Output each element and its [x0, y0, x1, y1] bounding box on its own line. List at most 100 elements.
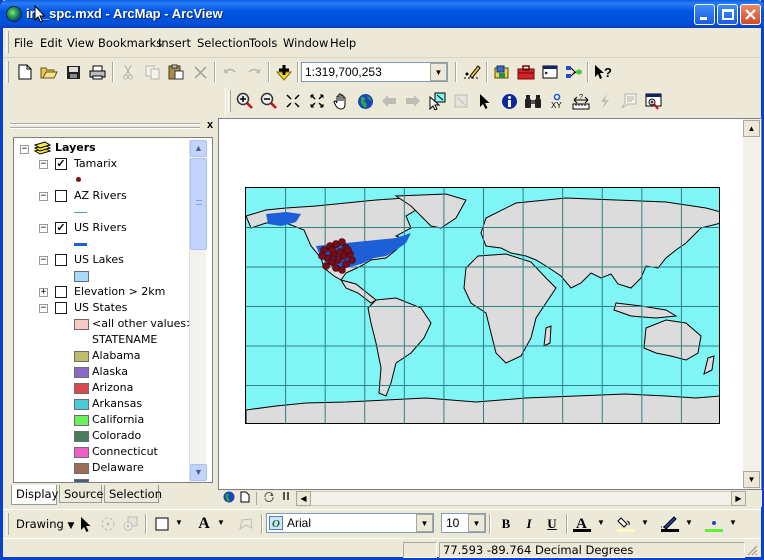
text-dropdown-icon[interactable]: ▼: [217, 518, 225, 527]
scale-dropdown-arrow-icon[interactable]: ▼: [430, 63, 447, 81]
az-rivers-visibility-checkbox[interactable]: [55, 190, 67, 202]
menu-window[interactable]: Window: [283, 36, 328, 50]
modelbuilder-button[interactable]: [563, 61, 585, 83]
fill-color-button[interactable]: [615, 513, 637, 535]
map-scroll-left-button[interactable]: ◀: [296, 491, 311, 506]
toolbar-grip[interactable]: [6, 61, 9, 83]
go-to-xy-button[interactable]: XY: [546, 90, 568, 112]
toolbar-grip[interactable]: [6, 513, 9, 535]
refresh-button[interactable]: [261, 491, 276, 506]
back-extent-button[interactable]: [378, 90, 400, 112]
marker-color-dropdown-icon[interactable]: ▼: [729, 518, 737, 527]
select-features-button[interactable]: [426, 90, 448, 112]
legend-swatch-arizona[interactable]: [74, 383, 89, 394]
world-map-data-frame[interactable]: [245, 187, 720, 424]
font-dropdown-arrow-icon[interactable]: ▼: [416, 514, 433, 532]
arccatalog-button[interactable]: [491, 61, 513, 83]
menu-selection[interactable]: Selection: [197, 36, 250, 50]
us-rivers-collapse-toggle[interactable]: −: [39, 224, 48, 233]
map-scroll-down-button[interactable]: ▼: [743, 471, 760, 488]
layer-name-elevation[interactable]: Elevation > 2km: [74, 285, 165, 298]
find-button[interactable]: [522, 90, 544, 112]
forward-extent-button[interactable]: [402, 90, 424, 112]
layer-name-az-rivers[interactable]: AZ Rivers: [74, 189, 127, 202]
font-color-button[interactable]: A: [571, 513, 593, 535]
full-extent-button[interactable]: [354, 90, 376, 112]
pause-drawing-button[interactable]: [278, 491, 293, 506]
rotate-button[interactable]: [97, 513, 119, 535]
identify-button[interactable]: [498, 90, 520, 112]
editor-toolbar-button[interactable]: [461, 61, 483, 83]
toolbar-grip[interactable]: [228, 90, 231, 112]
whats-this-help-button[interactable]: ?: [592, 61, 614, 83]
title-bar[interactable]: irk_spc.mxd - ArcMap - ArcView: [0, 0, 764, 28]
delete-button[interactable]: [189, 61, 211, 83]
redo-button[interactable]: [243, 61, 265, 83]
tamarix-collapse-toggle[interactable]: −: [39, 160, 48, 169]
legend-swatch-colorado[interactable]: [74, 431, 89, 442]
toc-scroll-up-button[interactable]: ▲: [190, 140, 207, 157]
magnifier-window-button[interactable]: [642, 90, 664, 112]
menu-bookmarks[interactable]: Bookmarks: [98, 36, 162, 50]
us-states-collapse-toggle[interactable]: −: [39, 304, 48, 313]
tamarix-point-symbol[interactable]: [76, 177, 81, 182]
measure-button[interactable]: ?: [570, 90, 592, 112]
pan-button[interactable]: [330, 90, 352, 112]
tab-source[interactable]: Source: [59, 485, 104, 503]
zoom-in-button[interactable]: [234, 90, 256, 112]
map-scroll-up-button[interactable]: ▲: [743, 120, 760, 137]
layer-name-us-rivers[interactable]: US Rivers: [74, 221, 127, 234]
bold-button[interactable]: B: [495, 513, 517, 535]
legend-swatch-other-values[interactable]: [74, 319, 89, 330]
layer-name-us-lakes[interactable]: US Lakes: [74, 253, 124, 266]
html-popup-button[interactable]: [618, 90, 640, 112]
map-vertical-scrollbar[interactable]: ▲ ▼: [743, 119, 760, 489]
menu-view[interactable]: View: [67, 36, 94, 50]
edit-vertices-button[interactable]: [235, 513, 257, 535]
legend-swatch-alaska[interactable]: [74, 367, 89, 378]
close-button[interactable]: [740, 4, 761, 25]
layers-root-label[interactable]: Layers: [55, 141, 96, 154]
layout-view-button[interactable]: [237, 491, 252, 506]
marker-color-button[interactable]: [703, 513, 725, 535]
line-color-button[interactable]: [659, 513, 681, 535]
layer-name-tamarix[interactable]: Tamarix: [74, 157, 117, 170]
toc-vertical-scrollbar[interactable]: ▲ ▼: [189, 140, 207, 482]
map-horizontal-scrollbar[interactable]: ◀ ▶: [296, 491, 746, 506]
map-scroll-right-button[interactable]: ▶: [731, 491, 746, 506]
paste-button[interactable]: [165, 61, 187, 83]
us-lakes-collapse-toggle[interactable]: −: [39, 256, 48, 265]
hyperlink-button[interactable]: [594, 90, 616, 112]
new-text-button[interactable]: A: [193, 513, 215, 535]
toc-scroll-down-button[interactable]: ▼: [190, 464, 207, 481]
data-view-button[interactable]: [221, 491, 236, 506]
az-rivers-collapse-toggle[interactable]: −: [39, 192, 48, 201]
rectangle-dropdown-icon[interactable]: ▼: [175, 518, 183, 527]
command-line-button[interactable]: [539, 61, 561, 83]
cut-button[interactable]: [117, 61, 139, 83]
us-rivers-visibility-checkbox[interactable]: ✓: [55, 222, 67, 234]
resize-grip-icon[interactable]: [746, 544, 758, 556]
layers-collapse-toggle[interactable]: −: [20, 145, 29, 154]
menu-insert[interactable]: Insert: [158, 36, 191, 50]
menu-tools[interactable]: Tools: [249, 36, 277, 50]
legend-swatch-alabama[interactable]: [74, 351, 89, 362]
drawing-menu-button[interactable]: Drawing ▼: [16, 517, 74, 531]
menu-grip[interactable]: [6, 31, 9, 53]
us-lakes-polygon-symbol[interactable]: [74, 271, 89, 282]
us-states-visibility-checkbox[interactable]: [55, 302, 67, 314]
underline-button[interactable]: U: [541, 513, 563, 535]
select-elements-button[interactable]: [75, 513, 97, 535]
select-elements-button[interactable]: [474, 90, 496, 112]
font-color-dropdown-icon[interactable]: ▼: [597, 518, 605, 527]
new-document-button[interactable]: [14, 61, 36, 83]
add-data-button[interactable]: [273, 61, 295, 83]
open-button[interactable]: [38, 61, 60, 83]
size-dropdown-arrow-icon[interactable]: ▼: [468, 514, 485, 532]
save-button[interactable]: [62, 61, 84, 83]
italic-button[interactable]: I: [518, 513, 540, 535]
arctoolbox-button[interactable]: [515, 61, 537, 83]
zoom-to-selected-elements-button[interactable]: [119, 513, 141, 535]
maximize-button[interactable]: [717, 4, 738, 25]
font-size-combobox[interactable]: 10 ▼: [441, 513, 486, 533]
